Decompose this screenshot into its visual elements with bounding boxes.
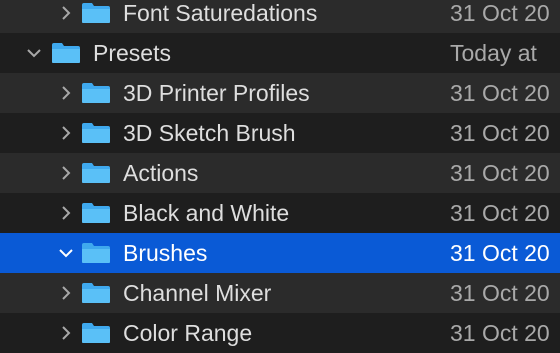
list-item[interactable]: Font Saturedations 31 Oct 20	[0, 0, 560, 33]
folder-icon	[81, 202, 111, 224]
date-modified: 31 Oct 20	[450, 320, 550, 346]
date-modified: Today at	[450, 40, 537, 66]
chevron-down-icon[interactable]	[56, 233, 76, 273]
folder-icon	[81, 2, 111, 24]
folder-icon	[51, 42, 81, 64]
folder-icon	[81, 122, 111, 144]
chevron-right-icon[interactable]	[56, 193, 76, 233]
date-modified: 31 Oct 20	[450, 120, 550, 146]
file-name: 3D Printer Profiles	[123, 80, 310, 106]
chevron-right-icon[interactable]	[56, 0, 76, 33]
list-item[interactable]: Black and White 31 Oct 20	[0, 193, 560, 233]
file-name: Channel Mixer	[123, 280, 272, 306]
folder-icon	[81, 162, 111, 184]
file-name: Font Saturedations	[123, 0, 318, 26]
list-item[interactable]: Actions 31 Oct 20	[0, 153, 560, 193]
date-modified: 31 Oct 20	[450, 240, 550, 266]
chevron-right-icon[interactable]	[56, 273, 76, 313]
list-item[interactable]: 3D Sketch Brush 31 Oct 20	[0, 113, 560, 153]
list-item[interactable]: 3D Printer Profiles 31 Oct 20	[0, 73, 560, 113]
list-item[interactable]: Channel Mixer 31 Oct 20	[0, 273, 560, 313]
file-list: Font Saturedations 31 Oct 20 Presets Tod…	[0, 0, 560, 353]
list-item[interactable]: Presets Today at	[0, 33, 560, 73]
date-modified: 31 Oct 20	[450, 280, 550, 306]
list-item-selected[interactable]: Brushes 31 Oct 20	[0, 233, 560, 273]
file-name: Brushes	[123, 240, 208, 266]
folder-icon	[81, 242, 111, 264]
chevron-right-icon[interactable]	[56, 313, 76, 353]
date-modified: 31 Oct 20	[450, 80, 550, 106]
file-name: Black and White	[123, 200, 290, 226]
chevron-right-icon[interactable]	[56, 153, 76, 193]
date-modified: 31 Oct 20	[450, 0, 550, 26]
date-modified: 31 Oct 20	[450, 160, 550, 186]
file-name: 3D Sketch Brush	[123, 120, 296, 146]
folder-icon	[81, 282, 111, 304]
chevron-right-icon[interactable]	[56, 73, 76, 113]
chevron-down-icon[interactable]	[24, 33, 44, 73]
list-item[interactable]: Color Range 31 Oct 20	[0, 313, 560, 353]
file-name: Actions	[123, 160, 199, 186]
file-name: Presets	[93, 40, 171, 66]
date-modified: 31 Oct 20	[450, 200, 550, 226]
folder-icon	[81, 82, 111, 104]
folder-icon	[81, 322, 111, 344]
file-name: Color Range	[123, 320, 253, 346]
chevron-right-icon[interactable]	[56, 113, 76, 153]
